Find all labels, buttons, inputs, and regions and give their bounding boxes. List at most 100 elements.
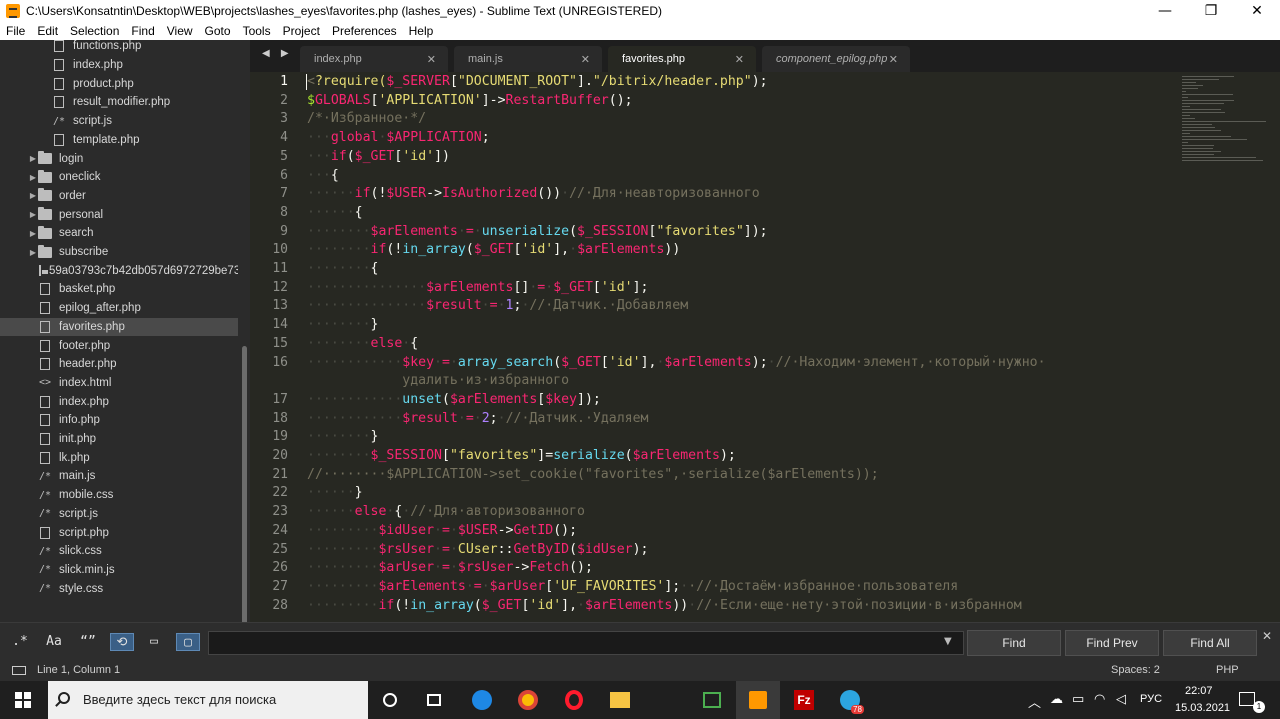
expand-arrow-icon[interactable]: ▶ [28, 191, 38, 200]
code-token: ··· [307, 130, 331, 146]
find-close-button[interactable]: ✕ [1262, 629, 1272, 643]
menu-edit[interactable]: Edit [31, 24, 64, 38]
cortana-icon[interactable] [378, 688, 402, 712]
tab-close-icon[interactable]: ✕ [427, 53, 436, 66]
minimap-line [1182, 127, 1216, 128]
sidebar-file[interactable]: /* script.js [0, 505, 238, 524]
sidebar-file[interactable]: info.php [0, 411, 238, 430]
minimap-line [1182, 76, 1235, 77]
find-button[interactable]: Find [967, 630, 1061, 656]
input-language[interactable]: РУС [1140, 693, 1162, 705]
close-button[interactable]: ✕ [1234, 0, 1280, 22]
tray-expand-icon[interactable]: ︿ [1028, 692, 1041, 711]
sidebar-file[interactable]: script.php [0, 523, 238, 542]
tab-close-icon[interactable]: ✕ [735, 53, 744, 66]
menu-preferences[interactable]: Preferences [326, 24, 403, 38]
console-toggle-icon[interactable] [12, 666, 26, 675]
sidebar-file[interactable]: product.php [0, 74, 238, 93]
expand-arrow-icon[interactable]: ▶ [28, 173, 38, 182]
filezilla-icon[interactable]: Fz [792, 688, 816, 712]
wrap-toggle-icon[interactable]: ⟲ [110, 633, 134, 651]
editor-tab[interactable]: index.php ✕ [300, 46, 448, 72]
chrome-browser-icon[interactable] [516, 688, 540, 712]
wifi-icon[interactable]: ◠ [1094, 692, 1105, 707]
sidebar-file[interactable]: /* style.css [0, 579, 238, 598]
clock-time[interactable]: 22:07 [1185, 685, 1213, 697]
maximize-button[interactable]: ❐ [1188, 0, 1234, 22]
menu-find[interactable]: Find [125, 24, 160, 38]
sidebar-file[interactable]: basket.php [0, 280, 238, 299]
code-editor[interactable]: 1 2 3 4 5 6 7 8 9 10 11 12 13 14 15 16 17 18 19 20 21 22 23 24 2… [250, 72, 1280, 622]
sidebar-file[interactable]: /* script.js [0, 112, 238, 131]
expand-arrow-icon[interactable]: ▶ [28, 154, 38, 163]
tab-close-icon[interactable]: ✕ [581, 53, 590, 66]
minimap[interactable] [1176, 72, 1280, 172]
sidebar-file[interactable]: template.php [0, 131, 238, 150]
editor-tab[interactable]: main.js ✕ [454, 46, 602, 72]
windows-start-icon[interactable] [15, 692, 31, 708]
sidebar-folder[interactable]: ▶ order [0, 187, 238, 206]
expand-arrow-icon[interactable]: ▶ [28, 229, 38, 238]
menu-view[interactable]: View [161, 24, 199, 38]
menu-selection[interactable]: Selection [64, 24, 125, 38]
sidebar-file[interactable]: result_modifier.php [0, 93, 238, 112]
volume-icon[interactable]: ◁ [1116, 692, 1126, 707]
edge-browser-icon[interactable] [470, 688, 494, 712]
sidebar-file[interactable]: lk.php [0, 448, 238, 467]
network-icon[interactable]: ▭ [1072, 692, 1084, 707]
sidebar-folder[interactable]: ▶ oneclick [0, 168, 238, 187]
sidebar-file[interactable]: index.php [0, 392, 238, 411]
in-selection-toggle-icon[interactable]: ▭ [142, 633, 166, 651]
menu-tools[interactable]: Tools [237, 24, 277, 38]
editor-app-icon[interactable] [700, 688, 724, 712]
tab-nav-arrows[interactable]: ◀ ▶ [262, 48, 293, 59]
clock-date[interactable]: 15.03.2021 [1175, 702, 1230, 714]
sidebar-folder[interactable]: ▶ subscribe [0, 243, 238, 262]
menu-project[interactable]: Project [277, 24, 326, 38]
find-input[interactable] [208, 631, 964, 655]
sidebar-file[interactable]: /* mobile.css [0, 486, 238, 505]
sidebar-file[interactable]: <> index.html [0, 374, 238, 393]
editor-tab[interactable]: component_epilog.php ✕ [762, 46, 910, 72]
taskbar-search-box[interactable]: Введите здесь текст для поиска [48, 681, 368, 719]
sidebar-file[interactable]: footer.php [0, 336, 238, 355]
find-history-dropdown[interactable]: ▼ [944, 636, 952, 647]
onedrive-icon[interactable]: ☁ [1050, 692, 1063, 707]
sidebar-file[interactable]: /* slick.min.js [0, 561, 238, 580]
sublime-text-taskbar-icon[interactable] [746, 688, 770, 712]
highlight-matches-toggle-icon[interactable]: ▢ [176, 633, 200, 651]
sidebar-file[interactable]: functions.php [0, 40, 238, 56]
sidebar-file[interactable]: header.php [0, 355, 238, 374]
sidebar-folder[interactable]: ▶ personal [0, 205, 238, 224]
find-all-button[interactable]: Find All [1163, 630, 1257, 656]
whole-word-toggle[interactable]: “” [76, 633, 100, 651]
indentation-setting[interactable]: Spaces: 2 [1111, 664, 1160, 676]
sidebar-item-label: 59a03793c7b42db057d6972729be73 [49, 264, 238, 277]
syntax-setting[interactable]: PHP [1216, 664, 1239, 676]
editor-tab[interactable]: favorites.php ✕ [608, 46, 756, 72]
sidebar-file[interactable]: /* slick.css [0, 542, 238, 561]
tab-close-icon[interactable]: ✕ [889, 53, 898, 66]
sidebar-file[interactable]: init.php [0, 430, 238, 449]
menu-help[interactable]: Help [403, 24, 440, 38]
sidebar-folder[interactable]: ▶ search [0, 224, 238, 243]
sidebar-file[interactable]: 59a03793c7b42db057d6972729be73 [0, 261, 238, 280]
minimize-button[interactable]: — [1142, 0, 1188, 22]
sidebar-folder[interactable]: ▶ login [0, 149, 238, 168]
task-view-icon[interactable] [422, 688, 446, 712]
expand-arrow-icon[interactable]: ▶ [28, 210, 38, 219]
sidebar-file[interactable]: favorites.php [0, 317, 238, 337]
menu-file[interactable]: File [0, 24, 31, 38]
expand-arrow-icon[interactable]: ▶ [28, 248, 38, 257]
file-explorer-icon[interactable] [608, 688, 632, 712]
regex-toggle[interactable]: .* [8, 633, 32, 651]
menu-goto[interactable]: Goto [199, 24, 237, 38]
code-token: ]); [743, 223, 768, 239]
sidebar-vertical-scrollbar[interactable] [242, 346, 247, 622]
opera-browser-icon[interactable] [562, 688, 586, 712]
sidebar-file[interactable]: epilog_after.php [0, 299, 238, 318]
sidebar-file[interactable]: /* main.js [0, 467, 238, 486]
case-sensitive-toggle[interactable]: Aa [42, 633, 66, 651]
find-prev-button[interactable]: Find Prev [1065, 630, 1159, 656]
sidebar-file[interactable]: index.php [0, 56, 238, 75]
